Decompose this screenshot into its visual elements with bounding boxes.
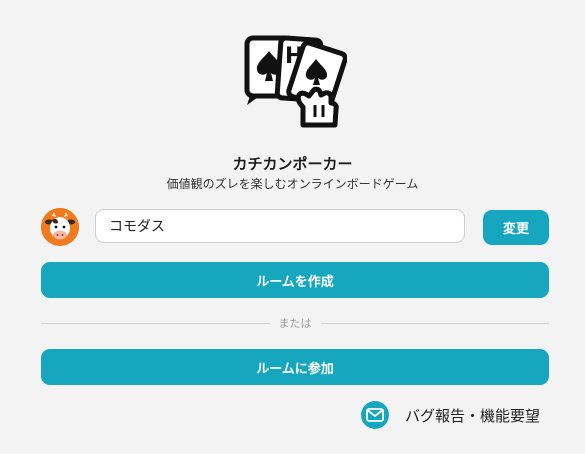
player-name-input[interactable] xyxy=(95,209,465,243)
app-logo: H xyxy=(243,33,348,129)
divider-line-left xyxy=(41,322,270,324)
app-title: カチカンポーカー xyxy=(232,155,353,173)
app-subtitle: 価値観のズレを楽しむオンラインボードゲーム xyxy=(166,177,419,191)
change-name-button[interactable]: 変更 xyxy=(483,210,549,245)
avatar[interactable] xyxy=(41,208,79,246)
cow-avatar-icon xyxy=(41,208,79,246)
cards-in-hand-icon: H xyxy=(244,35,348,128)
mail-icon xyxy=(361,401,389,429)
or-divider: または xyxy=(41,314,549,332)
divider-line-right xyxy=(320,322,549,324)
join-room-button[interactable]: ルームに参加 xyxy=(41,349,549,385)
create-room-button[interactable]: ルームを作成 xyxy=(41,262,549,298)
or-label: または xyxy=(278,317,312,330)
feedback-label: バグ報告・機能要望 xyxy=(405,406,541,425)
feedback-link[interactable]: バグ報告・機能要望 xyxy=(361,401,540,429)
